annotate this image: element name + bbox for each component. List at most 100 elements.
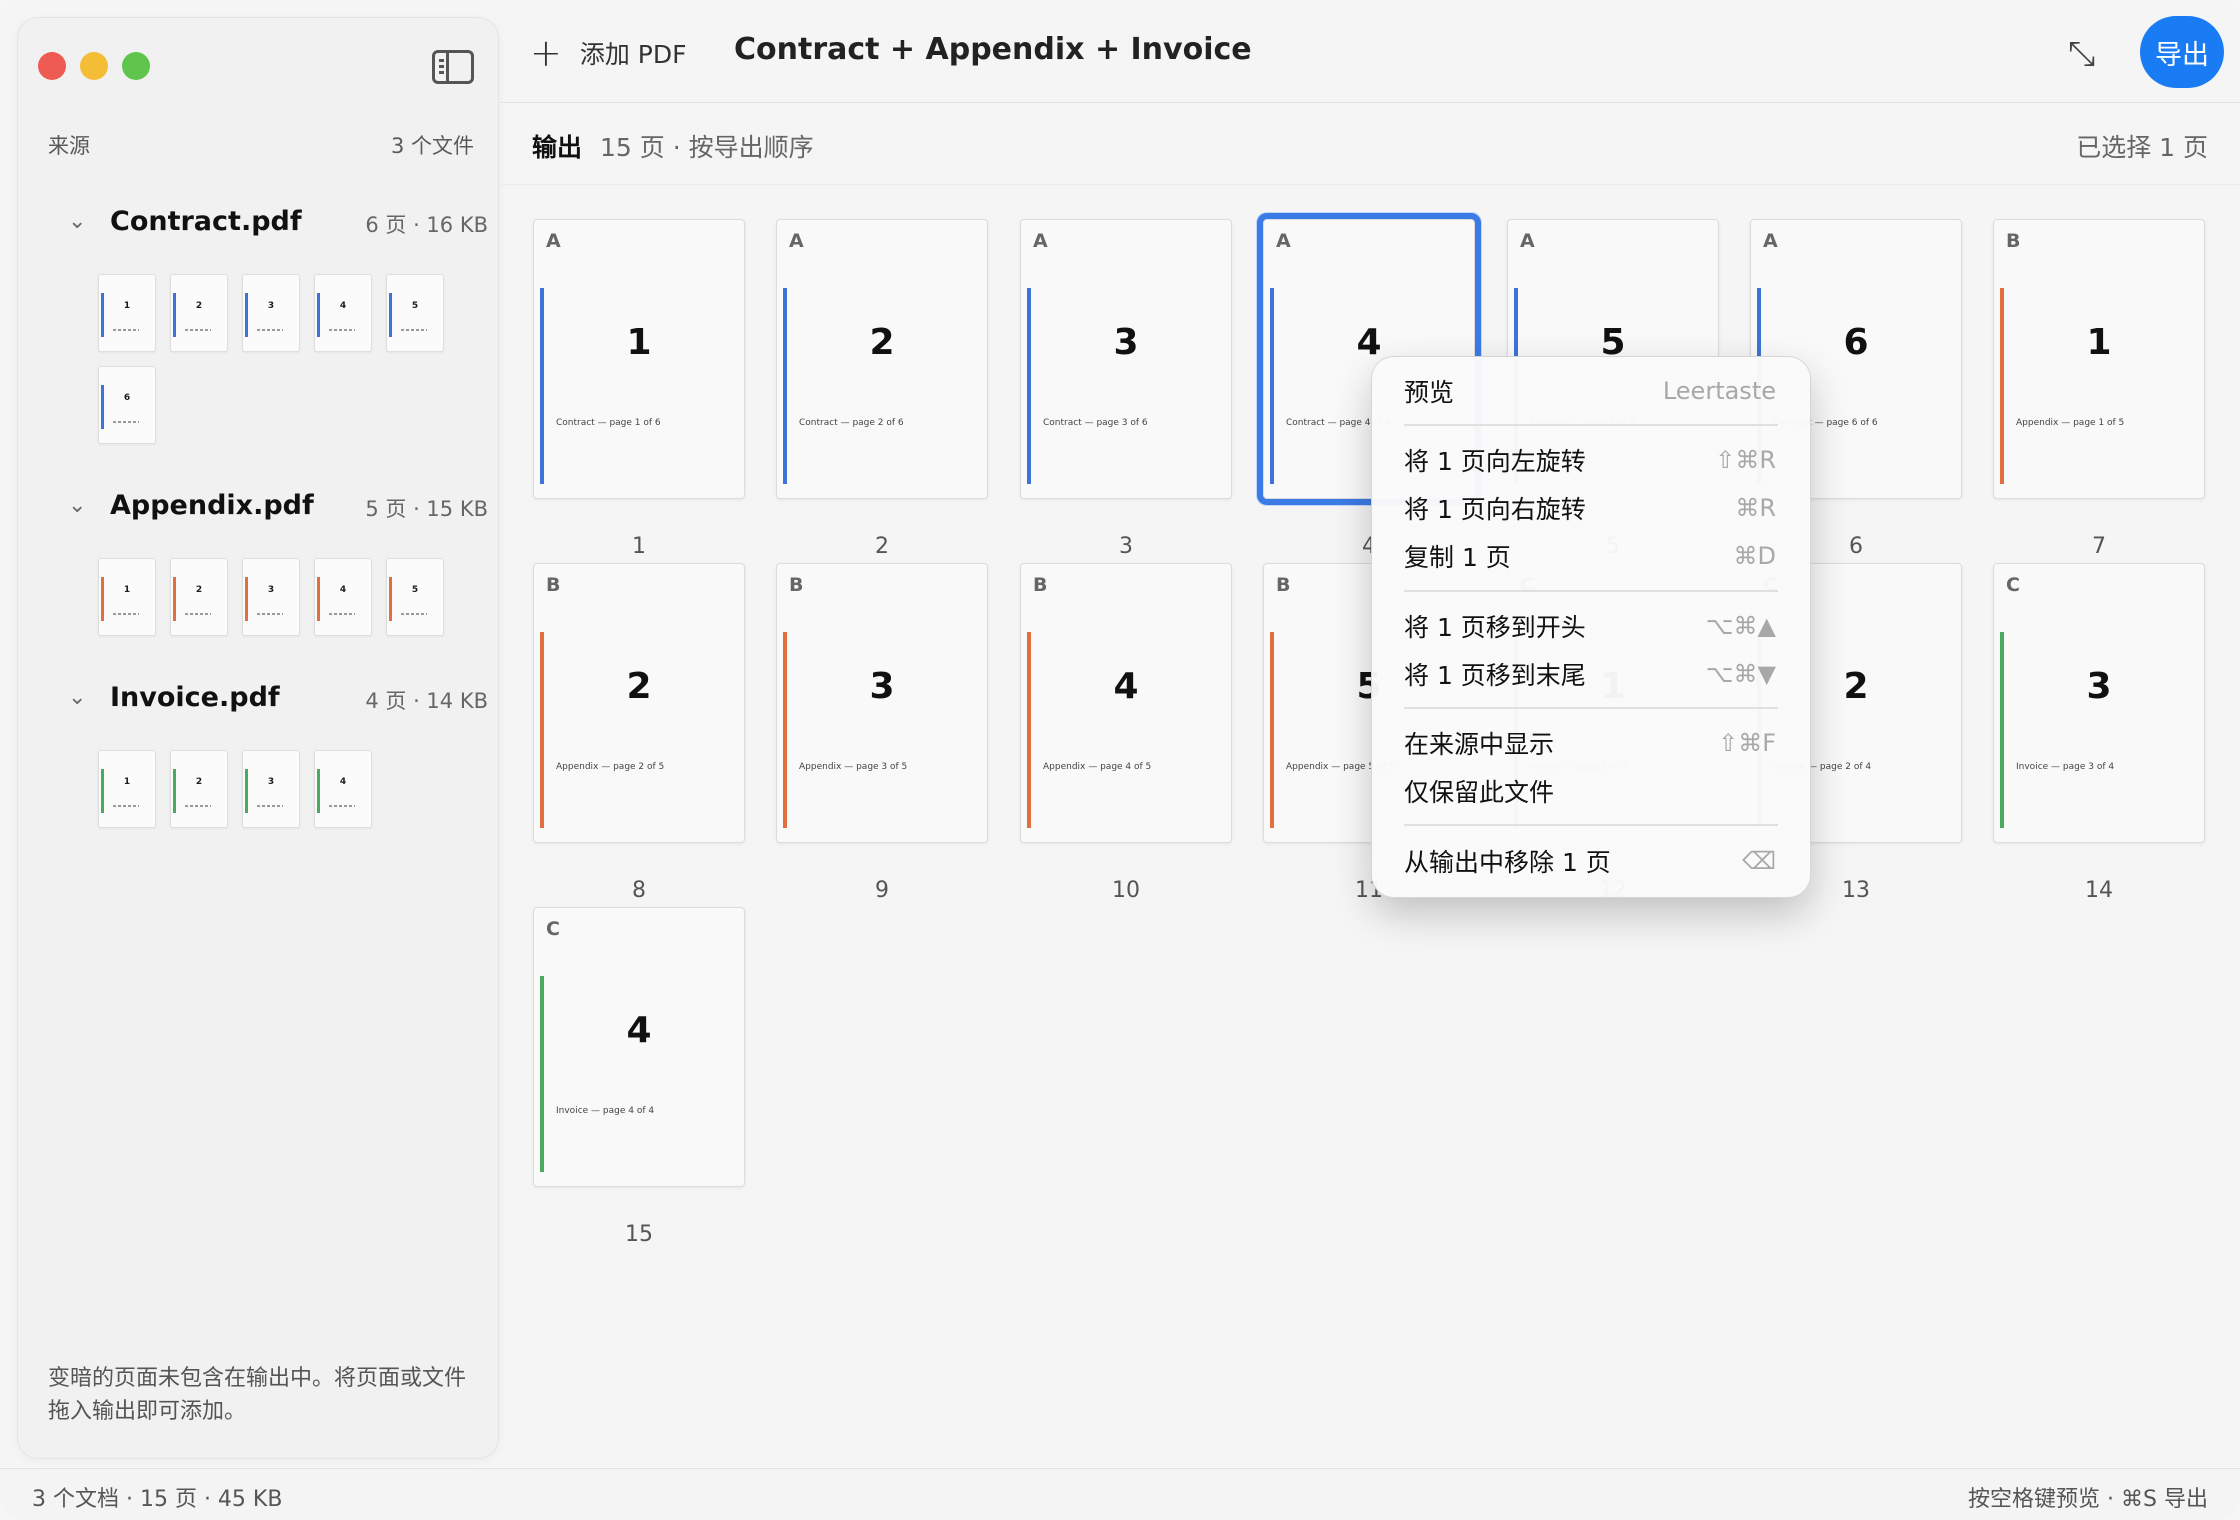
output-page-card[interactable]: A 1 Contract — page 1 of 6	[533, 219, 745, 499]
source-letter: C	[2006, 574, 2020, 596]
source-page-thumbnail[interactable]: 3	[242, 558, 300, 636]
menu-item-shortcut: ⌘D	[1733, 542, 1776, 570]
source-letter: A	[1033, 230, 1048, 252]
export-button[interactable]: 导出	[2140, 16, 2224, 88]
output-page-card[interactable]: C 3 Invoice — page 3 of 4	[1993, 563, 2205, 843]
source-letter: B	[789, 574, 804, 596]
thumbnail-page-number: 2	[195, 585, 203, 595]
source-page-thumbnail[interactable]: 1	[98, 750, 156, 828]
sidebar-hint: 变暗的页面未包含在输出中。将页面或文件拖入输出即可添加。	[48, 1366, 467, 1424]
menu-separator	[1404, 824, 1778, 826]
output-page-card[interactable]: B 4 Appendix — page 4 of 5	[1020, 563, 1232, 843]
source-file-meta: 5 页 · 15 KB	[365, 497, 488, 521]
source-page-thumbnail[interactable]: 4	[314, 558, 372, 636]
add-pdf-button[interactable]: + 添加 PDF	[530, 30, 687, 76]
output-page-card[interactable]: A 3 Contract — page 3 of 6	[1020, 219, 1232, 499]
page-number: 3	[2086, 666, 2112, 707]
source-letter: A	[546, 230, 561, 252]
menu-item-preview[interactable]: 预览 Leertaste	[1404, 371, 1776, 411]
output-page-card[interactable]: C 4 Invoice — page 4 of 4	[533, 907, 745, 1187]
close-window-button[interactable]	[38, 52, 66, 80]
source-color-bar	[101, 385, 104, 429]
menu-item-duplicate[interactable]: 复制 1 页 ⌘D	[1404, 536, 1776, 576]
file-count: 3 个文件	[390, 134, 474, 158]
sidebar-toggle-icon[interactable]	[432, 50, 474, 84]
page-caption: Appendix — page 3 of 5	[799, 762, 908, 772]
menu-item-move-to-end[interactable]: 将 1 页移到末尾 ⌥⌘▼	[1404, 654, 1776, 694]
source-page-thumbnail[interactable]: 2	[170, 274, 228, 352]
source-file-2[interactable]: ⌄ Invoice.pdf 4 页 · 14 KB	[48, 676, 488, 720]
page-caption: Appendix — page 2 of 5	[556, 762, 665, 772]
page-caption: Contract — page 2 of 6	[799, 418, 904, 428]
page-number: 1	[2086, 322, 2112, 363]
output-page-card[interactable]: A 2 Contract — page 2 of 6	[776, 219, 988, 499]
status-hint: 按空格键预览 · ⌘S 导出	[1968, 1487, 2208, 1512]
source-letter: A	[1276, 230, 1291, 252]
source-page-thumbnail[interactable]: 3	[242, 274, 300, 352]
menu-item-remove-from-output[interactable]: 从输出中移除 1 页 ⌫	[1404, 841, 1776, 881]
source-color-bar	[245, 293, 248, 337]
chevron-down-icon[interactable]: ⌄	[68, 685, 86, 710]
menu-item-move-to-start[interactable]: 将 1 页移到开头 ⌥⌘▲	[1404, 606, 1776, 646]
output-position-label: 1	[632, 534, 646, 559]
output-position-label: 14	[2085, 878, 2113, 903]
source-file-1[interactable]: ⌄ Appendix.pdf 5 页 · 15 KB	[48, 484, 488, 528]
menu-item-label: 预览	[1404, 378, 1455, 407]
thumbnail-page-number: 1	[123, 585, 131, 595]
source-letter: B	[546, 574, 561, 596]
page-number: 4	[1113, 666, 1139, 707]
source-color-bar	[1270, 288, 1274, 484]
menu-separator	[1404, 590, 1778, 592]
output-position-label: 8	[632, 878, 646, 903]
output-page-card[interactable]: B 1 Appendix — page 1 of 5	[1993, 219, 2205, 499]
menu-item-rotate-left[interactable]: 将 1 页向左旋转 ⇧⌘R	[1404, 440, 1776, 480]
thumbnail-text-line	[329, 613, 355, 615]
menu-item-label: 将 1 页向右旋转	[1404, 495, 1586, 524]
chevron-down-icon[interactable]: ⌄	[68, 493, 86, 518]
source-page-thumbnail[interactable]: 4	[314, 750, 372, 828]
source-page-thumbnail[interactable]: 1	[98, 558, 156, 636]
page-number: 1	[626, 322, 652, 363]
thumbnail-text-line	[185, 805, 211, 807]
menu-item-keep-file-only[interactable]: 仅保留此文件	[1404, 771, 1776, 811]
source-page-thumbnail[interactable]: 1	[98, 274, 156, 352]
source-letter: B	[1276, 574, 1291, 596]
menu-item-shortcut: ⇧⌘F	[1718, 729, 1776, 757]
menu-item-rotate-right[interactable]: 将 1 页向右旋转 ⌘R	[1404, 488, 1776, 528]
zoom-window-button[interactable]	[122, 52, 150, 80]
chevron-down-icon[interactable]: ⌄	[68, 209, 86, 234]
thumbnail-text-line	[329, 329, 355, 331]
menu-item-label: 将 1 页移到开头	[1404, 613, 1586, 642]
source-page-thumbnail[interactable]: 2	[170, 558, 228, 636]
thumbnail-page-number: 4	[339, 585, 347, 595]
output-page-card[interactable]: B 2 Appendix — page 2 of 5	[533, 563, 745, 843]
menu-item-show-in-source[interactable]: 在来源中显示 ⇧⌘F	[1404, 723, 1776, 763]
source-color-bar	[389, 577, 392, 621]
menu-item-shortcut: ⌥⌘▼	[1705, 660, 1776, 688]
minimize-window-button[interactable]	[80, 52, 108, 80]
menu-item-label: 仅保留此文件	[1404, 778, 1555, 807]
thumbnail-text-line	[185, 613, 211, 615]
source-color-bar	[2000, 632, 2004, 828]
source-page-thumbnail[interactable]: 5	[386, 558, 444, 636]
thumbnail-text-line	[113, 805, 139, 807]
source-page-thumbnail[interactable]: 5	[386, 274, 444, 352]
thumbnail-page-number: 1	[123, 301, 131, 311]
source-color-bar	[173, 293, 176, 337]
output-page-card[interactable]: B 3 Appendix — page 3 of 5	[776, 563, 988, 843]
source-color-bar	[1027, 288, 1031, 484]
source-file-name: Appendix.pdf	[110, 490, 314, 521]
fullscreen-icon[interactable]: ⤡	[2068, 34, 2095, 74]
source-page-thumbnail[interactable]: 4	[314, 274, 372, 352]
source-file-0[interactable]: ⌄ Contract.pdf 6 页 · 16 KB	[48, 200, 488, 244]
status-summary: 3 个文档 · 15 页 · 45 KB	[32, 1487, 283, 1512]
page-number: 2	[626, 666, 652, 707]
source-page-thumbnail[interactable]: 2	[170, 750, 228, 828]
source-page-thumbnail[interactable]: 6	[98, 366, 156, 444]
plus-icon: +	[530, 31, 562, 75]
page-caption: Invoice — page 4 of 4	[556, 1106, 655, 1116]
source-page-thumbnail[interactable]: 3	[242, 750, 300, 828]
menu-item-shortcut: ⌥⌘▲	[1705, 612, 1776, 640]
source-letter: A	[789, 230, 804, 252]
menu-item-shortcut: ⌫	[1742, 847, 1776, 875]
